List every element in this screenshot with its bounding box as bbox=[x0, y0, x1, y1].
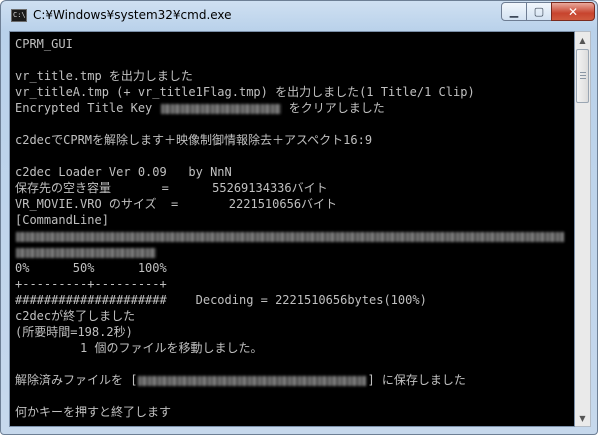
console-line: 何かキーを押すと終了します bbox=[15, 405, 172, 419]
console-text-segment: をクリアしました bbox=[281, 101, 385, 115]
console-line: CPRM_GUI bbox=[15, 37, 73, 51]
redacted-text bbox=[16, 247, 156, 258]
console-line: VR_MOVIE.VRO のサイズ = 2221510656バイト bbox=[15, 197, 338, 211]
console-line: [CommandLine] bbox=[15, 213, 109, 227]
console-text-segment: Encrypted Title Key bbox=[15, 101, 160, 115]
scroll-up-button[interactable]: ▲ bbox=[575, 32, 590, 48]
minimize-icon: ▁ bbox=[509, 5, 519, 18]
close-button[interactable]: ✕ bbox=[551, 2, 595, 21]
console-line bbox=[15, 228, 570, 244]
scroll-down-button[interactable]: ▼ bbox=[575, 410, 590, 426]
console-line: c2dec Loader Ver 0.09 by NnN bbox=[15, 165, 232, 179]
title-bar[interactable]: C:\ C:¥Windows¥system32¥cmd.exe ▁ ▢ ✕ bbox=[1, 1, 597, 31]
console-line: 0% 50% 100% bbox=[15, 261, 167, 275]
console-line: ##################### Decoding = 2221510… bbox=[15, 293, 427, 307]
console-text: CPRM_GUI vr_title.tmp を出力しました vr_titleA.tm… bbox=[15, 36, 570, 420]
minimize-button[interactable]: ▁ bbox=[501, 2, 527, 21]
arrow-up-icon: ▲ bbox=[579, 35, 586, 45]
scrollbar-thumb[interactable] bbox=[576, 49, 589, 103]
console-line: Encrypted Title Key をクリアしました bbox=[15, 100, 570, 116]
console-line: c2decが終了しました bbox=[15, 309, 136, 323]
console-line: 保存先の空き容量 = 55269134336バイト bbox=[15, 181, 328, 195]
grip-line bbox=[580, 78, 586, 79]
console-text-segment: ] に保存しました bbox=[367, 373, 466, 387]
console-text-segment: 解除済みファイルを [ bbox=[15, 373, 138, 387]
arrow-down-icon: ▼ bbox=[579, 413, 586, 423]
console-line: vr_title.tmp を出力しました bbox=[15, 69, 193, 83]
redacted-text bbox=[160, 103, 281, 114]
console-line: (所要時間=198.2秒) bbox=[15, 325, 133, 339]
grip-line bbox=[580, 72, 586, 73]
maximize-button[interactable]: ▢ bbox=[526, 2, 552, 21]
grip-line bbox=[580, 75, 586, 76]
console-line: +---------+---------+ bbox=[15, 277, 167, 291]
close-icon: ✕ bbox=[567, 4, 579, 19]
maximize-icon: ▢ bbox=[533, 5, 545, 18]
vertical-scrollbar[interactable]: ▲ ▼ bbox=[575, 31, 591, 427]
console-line bbox=[15, 244, 570, 260]
console-window: C:\ C:¥Windows¥system32¥cmd.exe ▁ ▢ ✕ CP… bbox=[0, 0, 598, 435]
console-line: c2decでCPRMを解除します＋映像制御情報除去＋アスペクト16:9 bbox=[15, 133, 373, 147]
console-line: vr_titleA.tmp (+ vr_title1Flag.tmp) を出力し… bbox=[15, 85, 475, 99]
redacted-text bbox=[16, 231, 564, 242]
redacted-text bbox=[138, 375, 367, 386]
window-title: C:¥Windows¥system32¥cmd.exe bbox=[33, 8, 232, 22]
console-output[interactable]: CPRM_GUI vr_title.tmp を出力しました vr_titleA.tm… bbox=[9, 31, 575, 427]
cmd-app-icon[interactable]: C:\ bbox=[11, 9, 27, 22]
console-line: 解除済みファイルを [ ] に保存しました bbox=[15, 372, 570, 388]
console-line: 1 個のファイルを移動しました。 bbox=[15, 341, 263, 355]
